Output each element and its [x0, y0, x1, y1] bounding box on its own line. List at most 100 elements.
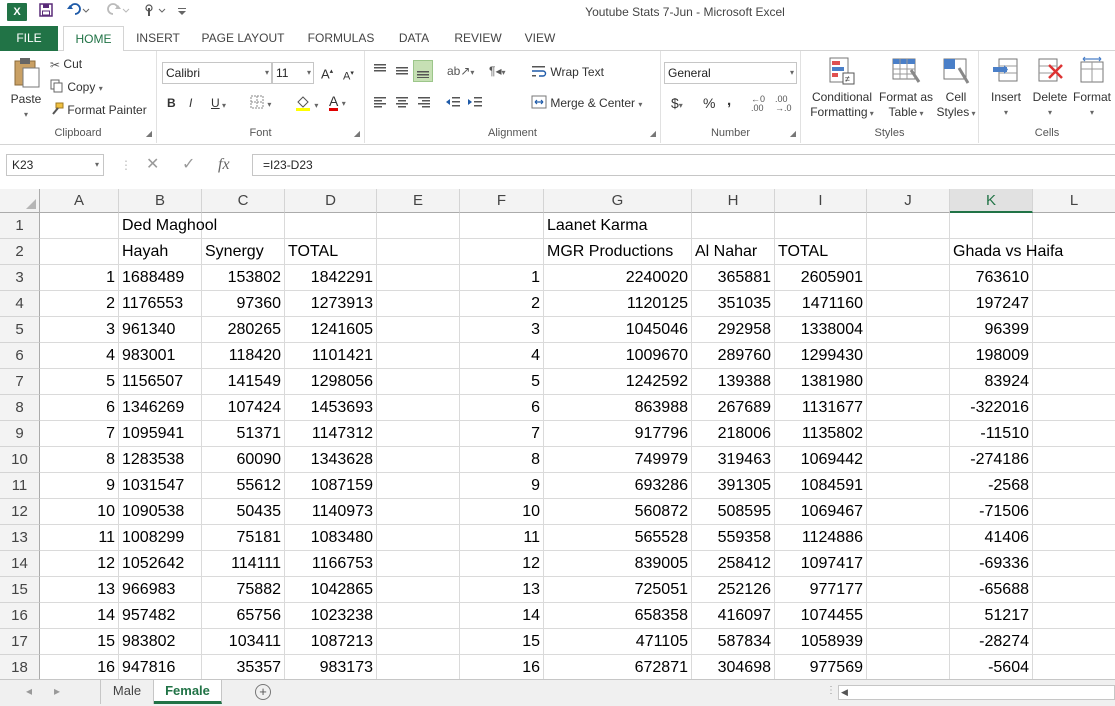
column-header-g[interactable]: G — [544, 189, 692, 213]
dialog-launcher-icon[interactable]: ◢ — [650, 129, 656, 138]
delete-button[interactable]: Delete ▾ — [1029, 56, 1071, 120]
cell-e4[interactable] — [377, 291, 460, 317]
worksheet-grid[interactable]: A B C D E F G H I J K L 1 Ded Maghool Laanet Karma 2 Hay… — [0, 189, 1115, 679]
cell-b7[interactable]: 1156507 — [119, 369, 202, 395]
increase-decimal-icon[interactable]: ←0.00 — [751, 95, 765, 113]
select-all-button[interactable] — [0, 189, 40, 213]
cell-i9[interactable]: 1135802 — [775, 421, 867, 447]
row-header-11[interactable]: 11 — [0, 473, 40, 499]
merge-center-button[interactable]: Merge & Center ▾ — [531, 95, 642, 113]
cell-j14[interactable] — [867, 551, 950, 577]
cell-e11[interactable] — [377, 473, 460, 499]
scroll-sheets-left-icon[interactable]: ◂ — [26, 684, 32, 698]
cell-l8[interactable] — [1033, 395, 1115, 421]
cell-d5[interactable]: 1241605 — [285, 317, 377, 343]
tab-home[interactable]: HOME — [63, 26, 124, 52]
cell-h7[interactable]: 139388 — [692, 369, 775, 395]
cell-c11[interactable]: 55612 — [202, 473, 285, 499]
cut-button[interactable]: ✂ Cut — [50, 56, 82, 73]
cell-d4[interactable]: 1273913 — [285, 291, 377, 317]
cell-l10[interactable] — [1033, 447, 1115, 473]
row-header-6[interactable]: 6 — [0, 343, 40, 369]
cell-c18[interactable]: 35357 — [202, 655, 285, 679]
touch-mode-icon[interactable] — [140, 3, 168, 21]
cell-k13[interactable]: 41406 — [950, 525, 1033, 551]
cell-d10[interactable]: 1343628 — [285, 447, 377, 473]
comma-style-button[interactable]: , — [727, 93, 731, 109]
cell-h4[interactable]: 351035 — [692, 291, 775, 317]
cell-h16[interactable]: 416097 — [692, 603, 775, 629]
cell-d3[interactable]: 1842291 — [285, 265, 377, 291]
cell-f14[interactable]: 12 — [460, 551, 544, 577]
cell-g9[interactable]: 917796 — [544, 421, 692, 447]
redo-icon[interactable] — [104, 3, 132, 21]
cell-k7[interactable]: 83924 — [950, 369, 1033, 395]
cell-i12[interactable]: 1069467 — [775, 499, 867, 525]
dialog-launcher-icon[interactable]: ◢ — [790, 129, 796, 138]
cell-a15[interactable]: 13 — [40, 577, 119, 603]
cell-l18[interactable] — [1033, 655, 1115, 679]
font-color-button[interactable]: A ▾ — [329, 94, 346, 112]
cell-e13[interactable] — [377, 525, 460, 551]
cell-g16[interactable]: 658358 — [544, 603, 692, 629]
cell-a13[interactable]: 11 — [40, 525, 119, 551]
cell-e5[interactable] — [377, 317, 460, 343]
cell-a12[interactable]: 10 — [40, 499, 119, 525]
excel-app-icon[interactable]: X — [7, 3, 27, 21]
cell-c4[interactable]: 97360 — [202, 291, 285, 317]
row-header-15[interactable]: 15 — [0, 577, 40, 603]
cell-d9[interactable]: 1147312 — [285, 421, 377, 447]
increase-indent-icon[interactable] — [467, 95, 483, 113]
font-name-dropdown[interactable]: Calibri ▾ — [162, 62, 272, 84]
cell-f12[interactable]: 10 — [460, 499, 544, 525]
cell-h2[interactable]: Al Nahar — [692, 239, 775, 265]
cell-f3[interactable]: 1 — [460, 265, 544, 291]
wrap-text-button[interactable]: Wrap Text — [531, 64, 604, 82]
cell-h8[interactable]: 267689 — [692, 395, 775, 421]
cell-j17[interactable] — [867, 629, 950, 655]
tab-view[interactable]: VIEW — [518, 26, 562, 51]
cell-h6[interactable]: 289760 — [692, 343, 775, 369]
cell-a1[interactable] — [40, 213, 119, 239]
cell-e10[interactable] — [377, 447, 460, 473]
cell-i1[interactable] — [775, 213, 867, 239]
row-header-8[interactable]: 8 — [0, 395, 40, 421]
cell-j4[interactable] — [867, 291, 950, 317]
cell-k17[interactable]: -28274 — [950, 629, 1033, 655]
cell-d17[interactable]: 1087213 — [285, 629, 377, 655]
cell-a18[interactable]: 16 — [40, 655, 119, 679]
cell-b1[interactable]: Ded Maghool — [119, 213, 217, 239]
cell-b6[interactable]: 983001 — [119, 343, 202, 369]
percent-button[interactable]: % — [703, 95, 715, 111]
column-header-f[interactable]: F — [460, 189, 544, 213]
borders-button[interactable]: ▾ — [250, 95, 271, 113]
cell-b4[interactable]: 1176553 — [119, 291, 202, 317]
cell-l14[interactable] — [1033, 551, 1115, 577]
bold-button[interactable]: B — [167, 95, 176, 111]
cell-c16[interactable]: 65756 — [202, 603, 285, 629]
cell-k8[interactable]: -322016 — [950, 395, 1033, 421]
column-header-j[interactable]: J — [867, 189, 950, 213]
copy-button[interactable]: Copy ▾ — [50, 79, 103, 97]
cell-e17[interactable] — [377, 629, 460, 655]
bottom-align-icon[interactable] — [413, 60, 433, 82]
fill-color-button[interactable]: ▾ — [295, 95, 318, 115]
horizontal-scrollbar[interactable]: ◀ — [838, 685, 1115, 700]
cell-l9[interactable] — [1033, 421, 1115, 447]
cell-f16[interactable]: 14 — [460, 603, 544, 629]
format-painter-button[interactable]: Format Painter — [50, 102, 147, 120]
cell-b8[interactable]: 1346269 — [119, 395, 202, 421]
cell-f15[interactable]: 13 — [460, 577, 544, 603]
cell-i18[interactable]: 977569 — [775, 655, 867, 679]
cell-i15[interactable]: 977177 — [775, 577, 867, 603]
cell-a14[interactable]: 12 — [40, 551, 119, 577]
cell-c17[interactable]: 103411 — [202, 629, 285, 655]
dialog-launcher-icon[interactable]: ◢ — [146, 129, 152, 138]
row-header-10[interactable]: 10 — [0, 447, 40, 473]
cell-i16[interactable]: 1074455 — [775, 603, 867, 629]
cell-e6[interactable] — [377, 343, 460, 369]
cell-f18[interactable]: 16 — [460, 655, 544, 679]
cell-j13[interactable] — [867, 525, 950, 551]
conditional-formatting-button[interactable]: ≠ Conditional Formatting ▾ — [807, 56, 877, 121]
row-header-1[interactable]: 1 — [0, 213, 40, 239]
